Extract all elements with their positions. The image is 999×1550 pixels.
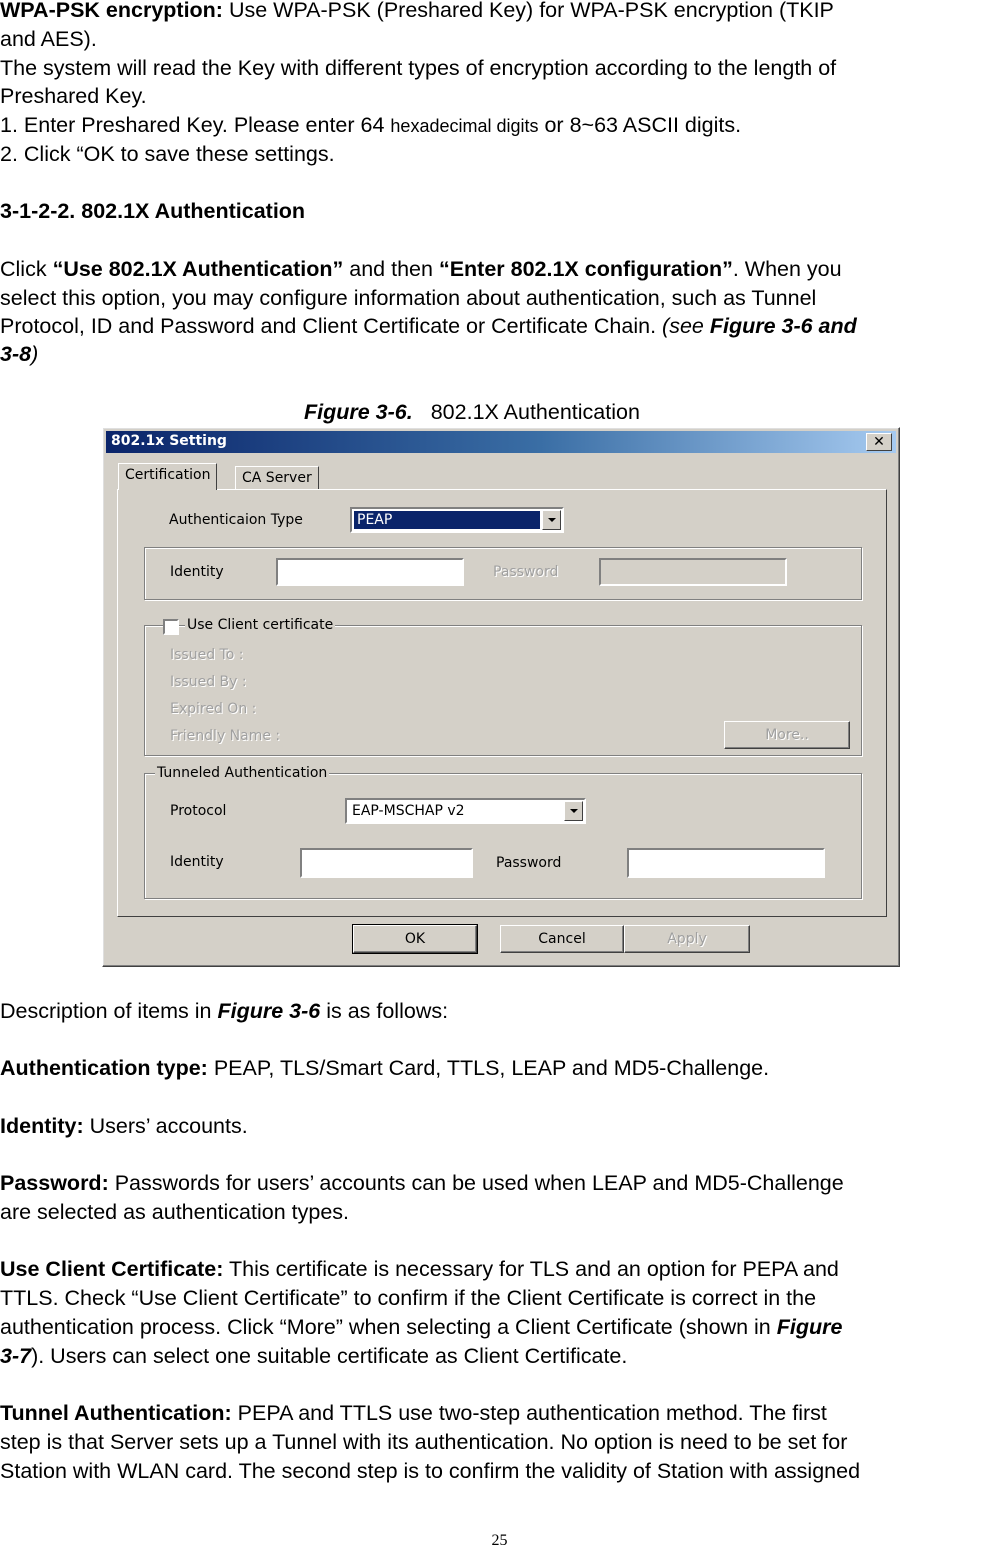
text: Use WPA-PSK (Preshared Key) for WPA-PSK …	[222, 0, 834, 22]
text: or 8~63 ASCII digits.	[538, 113, 742, 137]
tunneled-authentication-title: Tunneled Authentication	[155, 765, 330, 781]
close-icon: ✕	[873, 434, 885, 450]
system-paragraph-line-2: Preshared Key.	[0, 84, 147, 108]
password-input[interactable]	[599, 558, 787, 586]
system-paragraph-line-1: The system will read the Key with differ…	[0, 56, 837, 80]
text: (see	[662, 314, 710, 338]
password-description-line-1: Password: Passwords for users’ accounts …	[0, 1171, 844, 1196]
tunneled-authentication-group: Tunneled Authentication Protocol EAP-MSC…	[144, 765, 862, 899]
friendly-name-label: Friendly Name :	[170, 728, 281, 744]
ok-button[interactable]: OK	[352, 924, 478, 954]
section-paragraph-line-3: Protocol, ID and Password and Client Cer…	[0, 314, 857, 339]
step-1: 1. Enter Preshared Key. Please enter 64 …	[0, 113, 741, 139]
section-paragraph-line-2: select this option, you may configure in…	[0, 286, 817, 310]
client-cert-description-line-1: Use Client Certificate: This certificate…	[0, 1257, 839, 1282]
tunnel-description-line-2: step is that Server sets up a Tunnel wit…	[0, 1430, 848, 1454]
text: ). Users can select one suitable certifi…	[31, 1344, 628, 1368]
tunneled-password-input[interactable]	[627, 848, 825, 878]
protocol-value: EAP-MSCHAP v2	[352, 803, 465, 819]
figure-reference: 3-7	[0, 1344, 32, 1368]
password-description-line-2: are selected as authentication types.	[0, 1200, 349, 1224]
text: )	[31, 342, 39, 366]
client-cert-description-line-2: TTLS. Check “Use Client Certificate” to …	[0, 1286, 817, 1310]
tab-panel-certification: Authenticaion Type PEAP Identity Passwor…	[117, 489, 887, 917]
auth-type-select[interactable]: PEAP	[350, 507, 564, 533]
text: Click	[0, 257, 53, 281]
step-2: 2. Click “OK to save these settings.	[0, 142, 335, 166]
use-client-certificate-checkbox[interactable]	[163, 619, 179, 635]
text: and then	[343, 257, 439, 281]
use-client-certificate-label: Use Client certificate	[185, 617, 336, 633]
figure-reference: Figure 3-6 and	[709, 314, 857, 338]
term-label: Use Client Certificate:	[0, 1257, 224, 1281]
dialog-titlebar: 802.1x Setting ✕	[106, 431, 896, 453]
identity-input[interactable]	[276, 558, 464, 586]
figure-caption: Figure 3-6. 802.1X Authentication	[304, 400, 640, 425]
text: This certificate is necessary for TLS an…	[223, 1257, 839, 1281]
text: hexadecimal digits	[390, 116, 539, 136]
issued-to-label: Issued To :	[170, 647, 244, 663]
chevron-down-icon[interactable]	[564, 801, 583, 821]
section-paragraph-line-1: Click “Use 802.1X Authentication” and th…	[0, 257, 842, 282]
close-button[interactable]: ✕	[866, 433, 892, 451]
tab-ca-server[interactable]: CA Server	[235, 466, 319, 490]
issued-by-label: Issued By :	[170, 674, 247, 690]
expired-on-label: Expired On :	[170, 701, 257, 717]
description-intro: Description of items in Figure 3-6 is as…	[0, 999, 448, 1024]
client-cert-description-line-3: authentication process. Click “More” whe…	[0, 1315, 842, 1340]
page-number: 25	[491, 1532, 508, 1549]
text: PEAP, TLS/Smart Card, TTLS, LEAP and MD5…	[207, 1056, 770, 1080]
text: “Enter 802.1X configuration”	[438, 257, 733, 281]
figure-title: 802.1X Authentication	[430, 400, 640, 424]
text: Passwords for users’ accounts can be use…	[108, 1171, 844, 1195]
protocol-select[interactable]: EAP-MSCHAP v2	[345, 798, 586, 824]
term-label: Tunnel Authentication:	[0, 1401, 232, 1425]
text: Description of items in	[0, 999, 218, 1023]
figure-reference: 3-8	[0, 342, 32, 366]
auth-type-label: Authenticaion Type	[169, 512, 303, 528]
protocol-label: Protocol	[170, 803, 227, 819]
auth-type-description: Authentication type: PEAP, TLS/Smart Car…	[0, 1056, 769, 1081]
wpa-psk-paragraph-line-2: and AES).	[0, 27, 97, 51]
text: 1. Enter Preshared Key. Please enter 64	[0, 113, 391, 137]
password-label: Password	[493, 564, 559, 580]
tunneled-identity-input[interactable]	[300, 848, 473, 878]
identity-description: Identity: Users’ accounts.	[0, 1114, 248, 1139]
section-paragraph-line-4: 3-8)	[0, 342, 38, 367]
section-heading: 3-1-2-2. 802.1X Authentication	[0, 199, 306, 223]
text: Users’ accounts.	[83, 1114, 248, 1138]
text: “Use 802.1X Authentication”	[52, 257, 344, 281]
figure-label: Figure 3-6.	[304, 400, 413, 424]
client-certificate-group: Use Client certificate Issued To : Issue…	[144, 617, 862, 756]
term-label: Password:	[0, 1171, 109, 1195]
wpa-psk-paragraph-line-1: WPA-PSK encryption: Use WPA-PSK (Preshar…	[0, 0, 834, 23]
figure-reference: Figure	[776, 1315, 843, 1339]
tunneled-identity-label: Identity	[170, 854, 224, 870]
credentials-group: Identity Password	[144, 547, 862, 600]
wpa-psk-label: WPA-PSK encryption:	[0, 0, 223, 22]
figure-reference: Figure 3-6	[217, 999, 321, 1023]
text: Protocol, ID and Password and Client Cer…	[0, 314, 663, 338]
apply-button[interactable]: Apply	[624, 925, 750, 953]
identity-label: Identity	[170, 564, 224, 580]
term-label: Authentication type:	[0, 1056, 208, 1080]
client-cert-description-line-4: 3-7). Users can select one suitable cert…	[0, 1344, 627, 1369]
tunnel-description-line-1: Tunnel Authentication: PEPA and TTLS use…	[0, 1401, 827, 1426]
more-button[interactable]: More..	[724, 721, 850, 749]
text: . When you	[732, 257, 842, 281]
term-label: Identity:	[0, 1114, 84, 1138]
dialog-8021x-setting: 802.1x Setting ✕ Certification CA Server…	[102, 427, 900, 967]
chevron-down-icon[interactable]	[542, 510, 561, 530]
dialog-title: 802.1x Setting	[111, 433, 227, 449]
text: authentication process. Click “More” whe…	[0, 1315, 777, 1339]
auth-type-value: PEAP	[354, 511, 540, 529]
text: PEPA and TTLS use two-step authenticatio…	[231, 1401, 827, 1425]
text: is as follows:	[320, 999, 449, 1023]
tab-certification[interactable]: Certification	[118, 463, 218, 490]
cancel-button[interactable]: Cancel	[500, 925, 624, 953]
tunnel-description-line-3: Station with WLAN card. The second step …	[0, 1459, 861, 1483]
tunneled-password-label: Password	[496, 855, 562, 871]
